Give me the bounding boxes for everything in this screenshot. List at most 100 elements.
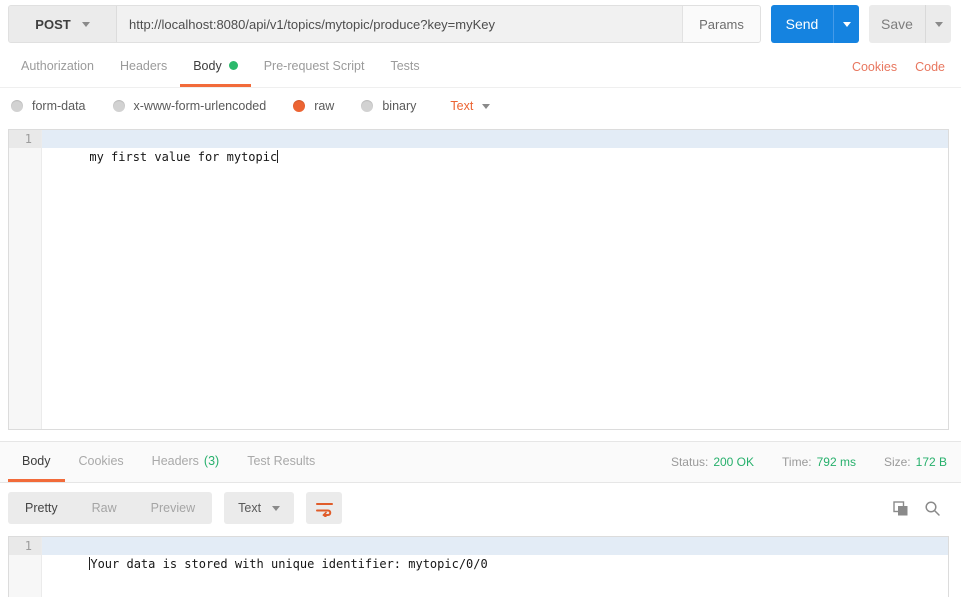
chevron-down-icon (482, 103, 491, 109)
send-button[interactable]: Send (771, 5, 833, 43)
body-type-row: form-data x-www-form-urlencoded raw bina… (0, 88, 961, 124)
radio-icon (361, 100, 374, 112)
response-tab-label: Body (22, 453, 51, 468)
request-bar: POST Params Send Save (0, 0, 961, 47)
radio-label: binary (382, 99, 417, 113)
code-line: my first value for mytopic (42, 130, 948, 164)
radio-label: form-data (32, 99, 86, 113)
copy-icon (893, 500, 908, 515)
response-tab-body[interactable]: Body (8, 442, 65, 482)
tab-label: Tests (390, 58, 420, 73)
radio-x-www-form-urlencoded[interactable]: x-www-form-urlencoded (112, 99, 267, 113)
chevron-down-icon (842, 21, 851, 27)
view-mode-label: Raw (91, 501, 117, 515)
editor-gutter: 1 (9, 537, 42, 597)
size-label: Size: (883, 455, 911, 469)
tab-label: Pre-request Script (263, 58, 365, 73)
tab-authorization[interactable]: Authorization (8, 47, 107, 87)
response-tab-test-results[interactable]: Test Results (233, 442, 329, 482)
wrap-lines-icon (315, 502, 333, 517)
url-input[interactable] (117, 6, 682, 42)
radio-binary[interactable]: binary (361, 99, 416, 113)
status-label: Status: (670, 455, 709, 469)
line-number: 1 (9, 130, 41, 148)
tab-label: Body (193, 58, 222, 73)
radio-icon (112, 100, 125, 112)
editor-code-area[interactable]: Your data is stored with unique identifi… (42, 537, 948, 597)
radio-form-data[interactable]: form-data (11, 99, 86, 113)
send-options-button[interactable] (833, 5, 859, 43)
response-format-select[interactable]: Text (224, 492, 295, 524)
request-body-editor[interactable]: 1 my first value for mytopic (8, 129, 949, 430)
size-value: 172 B (915, 455, 947, 469)
line-number: 1 (9, 537, 41, 555)
tab-pre-request-script[interactable]: Pre-request Script (251, 47, 378, 87)
view-mode-switch: Pretty Raw Preview (8, 492, 213, 524)
time-stat: Time: 792 ms (782, 455, 856, 469)
response-meta-bar: Body Cookies Headers (3) Test Results St… (0, 441, 961, 483)
response-body-editor[interactable]: 1 Your data is stored with unique identi… (8, 536, 949, 597)
tab-label: Authorization (21, 58, 94, 73)
response-stats: Status: 200 OK Time: 792 ms Size: 172 B (671, 442, 947, 482)
chevron-down-icon (934, 21, 943, 27)
view-mode-pretty[interactable]: Pretty (8, 492, 75, 524)
search-icon (925, 500, 940, 516)
tab-tests[interactable]: Tests (377, 47, 432, 87)
method-select[interactable]: POST (9, 6, 117, 42)
status-value: 200 OK (713, 455, 755, 469)
save-options-button[interactable] (925, 5, 951, 43)
radio-selected-icon (293, 100, 306, 112)
view-mode-label: Preview (150, 501, 196, 515)
params-label: Params (699, 16, 744, 32)
view-mode-preview[interactable]: Preview (134, 492, 212, 524)
url-group: POST Params (8, 5, 761, 43)
chevron-down-icon (272, 505, 281, 511)
response-tab-cookies[interactable]: Cookies (65, 442, 138, 482)
time-label: Time: (782, 455, 812, 469)
response-tab-label: Cookies (78, 453, 124, 468)
code-line-text: Your data is stored with unique identifi… (90, 557, 488, 571)
save-label: Save (881, 16, 913, 32)
editor-code-area[interactable]: my first value for mytopic (42, 130, 948, 429)
cookies-link[interactable]: Cookies (852, 60, 897, 74)
code-line: Your data is stored with unique identifi… (42, 537, 948, 571)
headers-count-badge: (3) (203, 453, 220, 468)
send-label: Send (785, 16, 819, 32)
params-button[interactable]: Params (682, 6, 760, 42)
wrap-lines-button[interactable] (306, 492, 343, 524)
code-line-text: my first value for mytopic (89, 150, 278, 164)
time-value: 792 ms (816, 455, 856, 469)
editor-gutter: 1 (9, 130, 42, 429)
request-tabs-links: Cookies Code (852, 47, 945, 87)
size-stat: Size: 172 B (884, 455, 947, 469)
view-mode-raw[interactable]: Raw (75, 492, 134, 524)
save-button-group: Save (869, 5, 951, 43)
copy-response-button[interactable] (892, 500, 909, 517)
radio-label: x-www-form-urlencoded (133, 99, 267, 113)
response-tab-headers[interactable]: Headers (3) (138, 442, 234, 482)
send-button-group: Send (771, 5, 859, 43)
request-tabs: Authorization Headers Body Pre-request S… (0, 47, 961, 88)
code-link[interactable]: Code (915, 60, 945, 74)
radio-icon (11, 100, 23, 112)
response-toolbar-right (892, 500, 941, 517)
tab-body[interactable]: Body (180, 47, 251, 87)
view-mode-label: Pretty (25, 501, 58, 515)
save-button[interactable]: Save (869, 5, 925, 43)
raw-format-label: Text (450, 99, 474, 113)
response-toolbar: Pretty Raw Preview Text (0, 483, 961, 533)
chevron-down-icon (81, 21, 90, 27)
raw-format-select[interactable]: Text (450, 99, 491, 113)
text-cursor (277, 150, 279, 163)
body-has-content-dot-icon (228, 61, 238, 70)
status-stat: Status: 200 OK (671, 455, 754, 469)
method-label: POST (35, 16, 71, 32)
response-tab-label: Headers (151, 453, 199, 468)
tab-headers[interactable]: Headers (107, 47, 180, 87)
radio-label: raw (314, 99, 335, 113)
response-tab-label: Test Results (247, 453, 316, 468)
radio-raw[interactable]: raw (293, 99, 334, 113)
response-format-label: Text (238, 501, 262, 515)
tab-label: Headers (119, 58, 168, 73)
search-response-button[interactable] (924, 500, 941, 517)
